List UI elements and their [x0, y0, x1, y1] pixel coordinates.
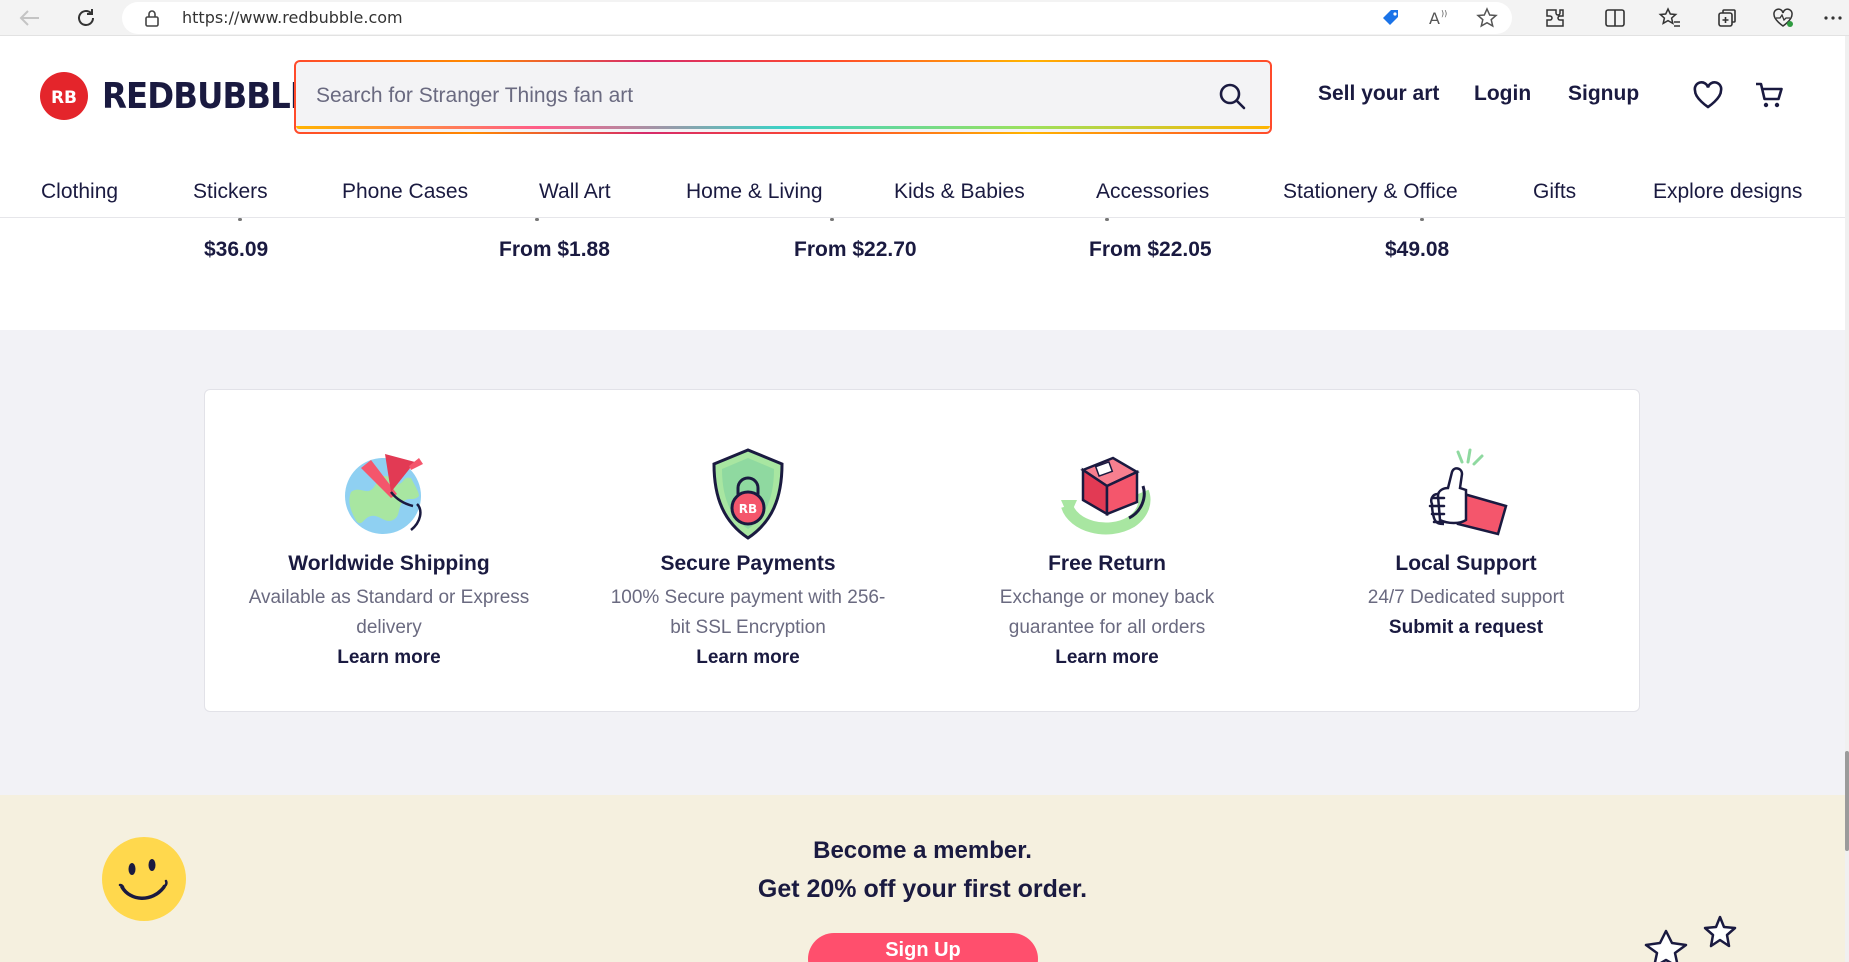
thumbs-up-icon — [1428, 448, 1508, 536]
member-offer: Get 20% off your first order. — [757, 875, 1088, 903]
svg-text:)): )) — [1441, 9, 1447, 18]
clipped-text — [1105, 218, 1109, 221]
learn-more-link[interactable]: Learn more — [957, 647, 1257, 669]
sparkle-stars-icon — [1644, 915, 1737, 962]
login-link[interactable]: Login — [1474, 82, 1531, 106]
value-prop-desc: Available as Standard or Express deliver… — [239, 583, 539, 643]
heart-icon[interactable] — [1690, 78, 1726, 112]
extensions-icon[interactable] — [1540, 4, 1570, 32]
scrollbar-thumb[interactable] — [1845, 751, 1849, 851]
read-aloud-icon[interactable]: A)) — [1426, 6, 1452, 30]
product-price[interactable]: $36.09 — [204, 238, 268, 262]
learn-more-link[interactable]: Learn more — [239, 647, 539, 669]
search-input[interactable] — [316, 62, 1196, 129]
page-scrollbar[interactable] — [1845, 36, 1849, 962]
value-prop-desc-line: 100% Secure payment with 256- — [610, 587, 886, 608]
nav-wall-art[interactable]: Wall Art — [539, 180, 611, 204]
learn-more-link[interactable]: Learn more — [598, 647, 898, 669]
shield-lock-icon: RB — [712, 448, 784, 540]
clipped-text — [535, 218, 539, 221]
address-bar[interactable]: https://www.redbubble.com A)) — [122, 2, 1512, 34]
nav-kids-babies[interactable]: Kids & Babies — [894, 180, 1025, 204]
browser-toolbar: https://www.redbubble.com A)) — [0, 0, 1849, 36]
value-prop-desc: Exchange or money back guarantee for all… — [957, 583, 1257, 643]
more-icon[interactable] — [1818, 4, 1848, 32]
category-nav: Clothing Stickers Phone Cases Wall Art H… — [0, 166, 1845, 218]
value-prop-desc-line: delivery — [356, 617, 422, 638]
collections-icon[interactable] — [1712, 4, 1742, 32]
search-rainbow-underline — [296, 126, 1270, 129]
member-heading: Become a member. — [813, 837, 1032, 864]
nav-gifts[interactable]: Gifts — [1533, 180, 1576, 204]
cart-icon[interactable] — [1752, 78, 1788, 112]
value-prop-title: Worldwide Shipping — [288, 552, 490, 575]
product-price[interactable]: From $22.70 — [794, 238, 917, 262]
search-bar — [294, 60, 1272, 134]
clipped-text — [830, 218, 834, 221]
star-icon[interactable] — [1474, 6, 1500, 30]
membership-banner: Become a member. Get 20% off your first … — [0, 795, 1845, 962]
nav-stickers[interactable]: Stickers — [193, 180, 268, 204]
globe-plane-icon — [345, 454, 423, 534]
value-prop-desc-line: 24/7 Dedicated support — [1367, 587, 1565, 608]
nav-explore-designs[interactable]: Explore designs — [1653, 180, 1802, 204]
svg-text:RB: RB — [739, 502, 757, 516]
svg-text:RB: RB — [51, 88, 77, 108]
value-prop-desc-line: Available as Standard or Express — [248, 587, 530, 608]
nav-clothing[interactable]: Clothing — [41, 180, 118, 204]
nav-stationery-office[interactable]: Stationery & Office — [1283, 180, 1458, 204]
back-arrow-icon[interactable] — [14, 4, 46, 32]
submit-request-link[interactable]: Submit a request — [1316, 617, 1616, 639]
value-props-card: Worldwide Shipping Available as Standard… — [204, 389, 1640, 712]
price-tag-icon[interactable] — [1378, 6, 1404, 30]
nav-phone-cases[interactable]: Phone Cases — [342, 180, 468, 204]
clipped-text — [238, 218, 242, 221]
split-screen-icon[interactable] — [1600, 4, 1630, 32]
sign-up-button[interactable]: Sign Up — [808, 933, 1038, 962]
logo-mark-icon: RB — [40, 72, 88, 120]
value-prop-desc: 100% Secure payment with 256- bit SSL En… — [598, 583, 898, 643]
product-strip: $36.09 From $1.88 From $22.70 From $22.0… — [0, 218, 1845, 330]
product-price[interactable]: From $1.88 — [499, 238, 610, 262]
value-prop-title: Local Support — [1395, 552, 1537, 575]
nav-home-living[interactable]: Home & Living — [686, 180, 823, 204]
redbubble-logo[interactable]: RB REDBUBBLE — [40, 72, 334, 120]
url-text[interactable]: https://www.redbubble.com — [182, 8, 403, 27]
health-icon[interactable] — [1768, 4, 1798, 32]
product-price[interactable]: From $22.05 — [1089, 238, 1212, 262]
product-price[interactable]: $49.08 — [1385, 238, 1449, 262]
refresh-icon[interactable] — [70, 4, 102, 32]
value-prop-title: Free Return — [1048, 552, 1166, 575]
nav-accessories[interactable]: Accessories — [1096, 180, 1209, 204]
search-icon[interactable] — [1216, 80, 1248, 112]
value-prop-desc-line: bit SSL Encryption — [670, 617, 826, 638]
value-prop-title: Secure Payments — [660, 552, 836, 575]
value-prop-desc: 24/7 Dedicated support — [1316, 583, 1616, 613]
value-prop-desc-line: guarantee for all orders — [1008, 617, 1206, 638]
favorites-icon[interactable] — [1655, 4, 1685, 32]
signup-link[interactable]: Signup — [1568, 82, 1639, 106]
sell-your-art-link[interactable]: Sell your art — [1318, 82, 1439, 106]
clipped-text — [1420, 218, 1424, 221]
return-box-icon — [1061, 456, 1151, 535]
site-header: RB REDBUBBLE Sell your art Login Signup … — [0, 36, 1845, 218]
value-prop-desc-line: Exchange or money back — [999, 587, 1215, 608]
svg-text:A: A — [1429, 9, 1440, 28]
lock-icon[interactable] — [144, 9, 160, 32]
logo-text: REDBUBBLE — [102, 75, 312, 117]
